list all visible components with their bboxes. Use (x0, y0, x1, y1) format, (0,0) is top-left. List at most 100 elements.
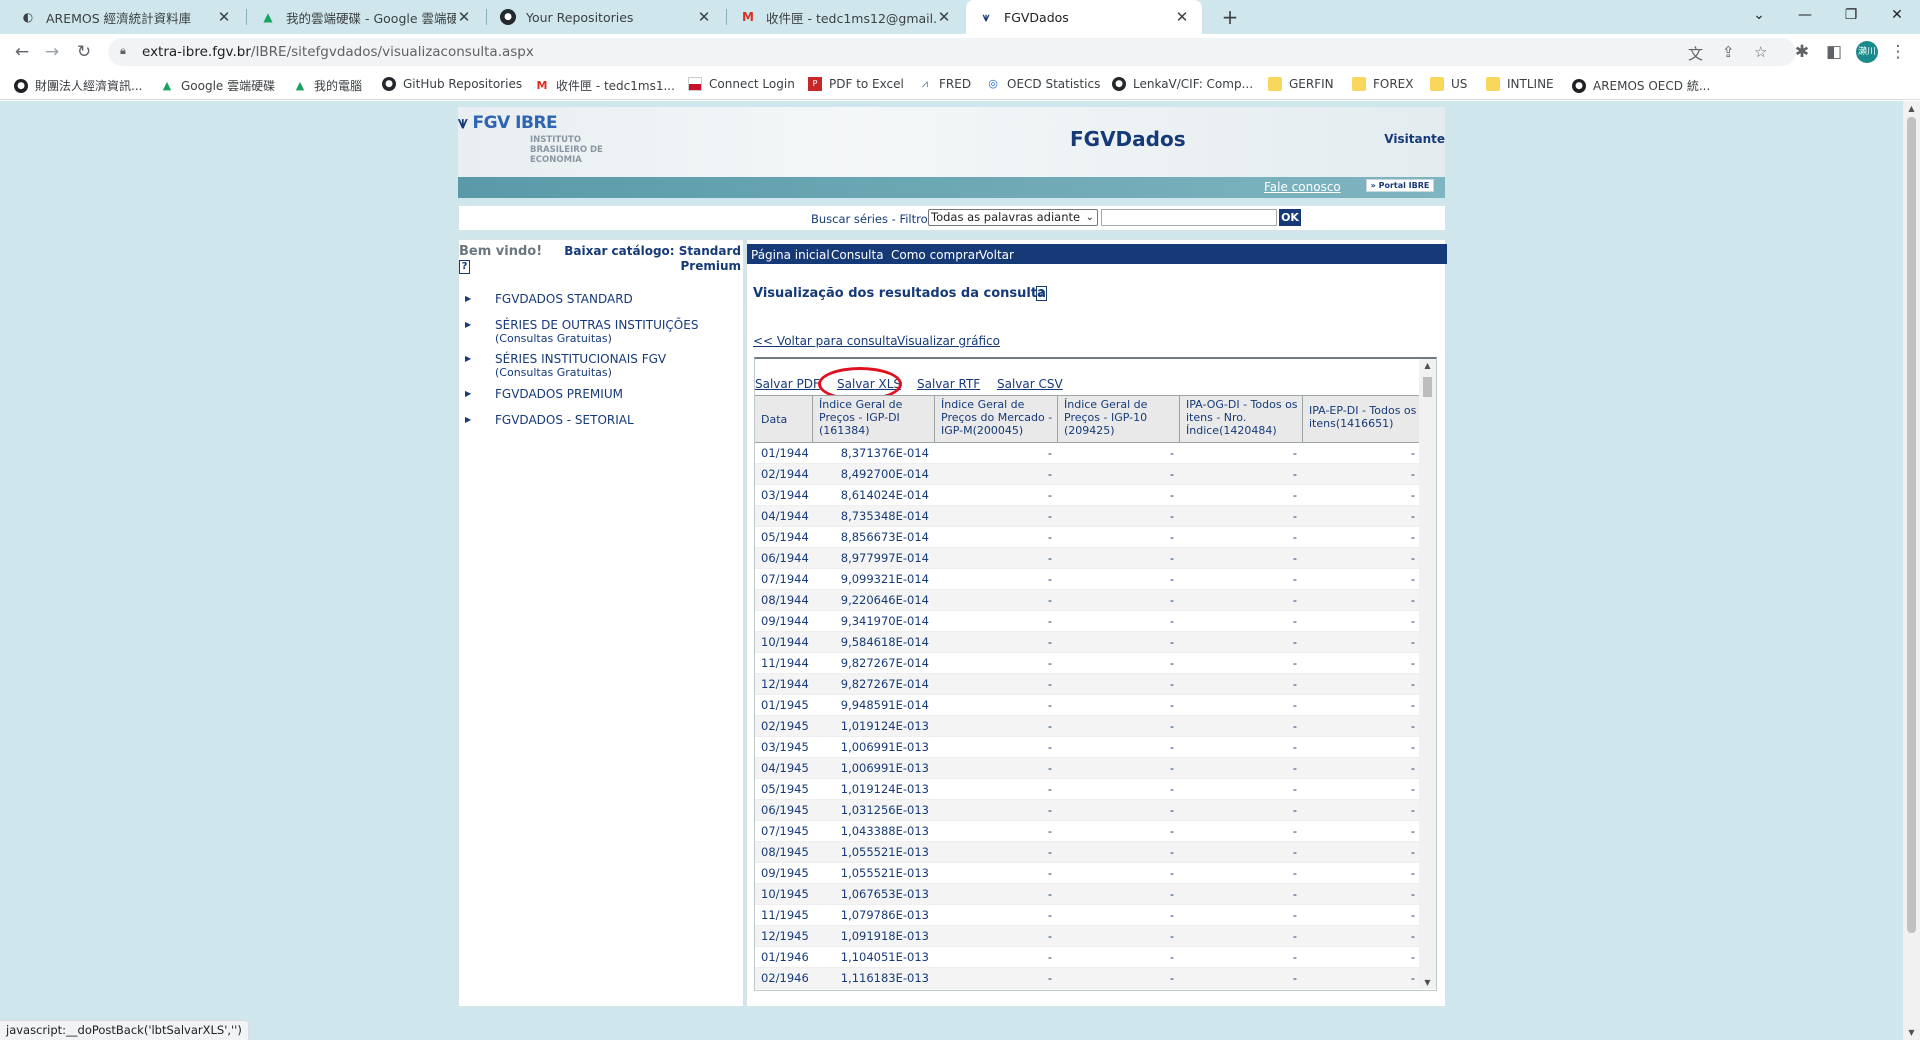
back-to-query-link[interactable]: << Voltar para consulta (753, 334, 898, 348)
close-tab-icon[interactable]: ✕ (936, 8, 952, 26)
bookmark-item[interactable]: ⩘ FRED (918, 77, 971, 91)
side-panel-icon[interactable]: ◧ (1820, 38, 1848, 66)
reload-icon[interactable]: ↻ (70, 38, 98, 66)
share-icon[interactable]: ⇪ (1722, 43, 1735, 61)
bookmark-item[interactable]: FOREX (1352, 77, 1414, 91)
results-frame: Salvar PDF Salvar XLS Salvar RTF Salvar … (754, 357, 1437, 991)
back-icon[interactable]: ← (8, 38, 36, 66)
search-input[interactable] (1101, 209, 1277, 226)
bookmark-item[interactable]: INTLINE (1486, 77, 1554, 91)
bookmark-item[interactable]: GERFIN (1268, 77, 1334, 91)
site-header: ⩛ FGV IBRE INSTITUTO BRASILEIRO DE ECONO… (458, 107, 1445, 177)
scroll-down-icon[interactable]: ▼ (1903, 1028, 1920, 1037)
scroll-thumb[interactable] (1423, 377, 1432, 397)
github-icon: ● (382, 77, 396, 91)
value-cell: 1,079786E-013 (840, 908, 929, 922)
nav-como-comprar[interactable]: Como comprar (891, 248, 980, 262)
tab-google-drive[interactable]: ▲ 我的雲端硬碟 - Google 雲端硬碟 ✕ (248, 0, 484, 34)
site-title: FGVDados (1070, 127, 1186, 151)
bookmark-item[interactable]: P PDF to Excel (808, 77, 904, 91)
bookmark-item[interactable]: ▲ 我的電腦 (293, 77, 362, 94)
scroll-thumb[interactable] (1907, 117, 1916, 933)
table-row: 03/1944 8,614024E-014 - - - - (755, 485, 1421, 506)
catalog-premium-link[interactable]: Premium (680, 259, 741, 273)
contact-link[interactable]: Fale conosco (1264, 180, 1341, 194)
bookmark-item[interactable]: ● GitHub Repositories (382, 77, 522, 91)
value-cell: - (1047, 971, 1052, 985)
nav-pagina-inicial[interactable]: Página inicial (751, 248, 830, 262)
profile-avatar[interactable]: 瀨川 (1856, 41, 1878, 63)
search-label: Buscar séries - Filtro: (811, 212, 932, 226)
value-cell: - (1410, 929, 1415, 943)
close-tab-icon[interactable]: ✕ (696, 8, 712, 26)
bookmark-item[interactable]: Connect Login (688, 77, 795, 91)
table-row: 05/1945 1,019124E-013 - - - - (755, 779, 1421, 800)
nav-consulta[interactable]: Consulta (831, 248, 884, 262)
bookmark-item[interactable]: ● AREMOS OECD 統... (1572, 77, 1710, 94)
bookmark-item[interactable]: ◎ OECD Statistics (986, 77, 1100, 91)
extensions-icon[interactable]: ✱ (1788, 38, 1816, 66)
scroll-up-icon[interactable]: ▲ (1903, 104, 1920, 113)
tab-fgvdados[interactable]: ⩛ FGVDados ✕ (966, 0, 1202, 34)
github-icon: ● (1112, 77, 1126, 91)
scroll-up-icon[interactable]: ▲ (1419, 361, 1436, 370)
bookmark-item[interactable]: ● 財團法人經濟資訊... (14, 77, 142, 94)
date-cell: 03/1944 (761, 488, 809, 502)
help-icon[interactable]: ? (1036, 286, 1047, 301)
table-header: Data Índice Geral de Preços - IGP-DI (16… (755, 395, 1421, 443)
restore-icon[interactable]: ❐ (1828, 0, 1874, 30)
value-cell: - (1292, 467, 1297, 481)
catalog-label: Baixar catálogo: (564, 244, 675, 258)
nav-voltar[interactable]: Voltar (979, 248, 1014, 262)
portal-ibre-button[interactable]: » Portal IBRE (1366, 179, 1434, 192)
bookmarks-bar: ● 財團法人經濟資訊... ▲ Google 雲端硬碟 ▲ 我的電腦 ● GitHub … (0, 70, 1920, 100)
bookmark-item[interactable]: M 收件匣 - tedc1ms1... (535, 77, 675, 94)
tab-gmail[interactable]: M 收件匣 - tedc1ms12@gmail.com ✕ (728, 0, 964, 34)
column-header: IPA-EP-DI - Todos os itens(1416651) (1309, 404, 1417, 430)
save-csv-link[interactable]: Salvar CSV (997, 377, 1063, 391)
table-row: 02/1945 1,019124E-013 - - - - (755, 716, 1421, 737)
close-tab-icon[interactable]: ✕ (1174, 8, 1190, 26)
bookmark-item[interactable]: ▲ Google 雲端硬碟 (160, 77, 275, 94)
value-cell: - (1292, 929, 1297, 943)
bookmark-star-icon[interactable]: ☆ (1754, 43, 1767, 61)
close-tab-icon[interactable]: ✕ (456, 8, 472, 26)
fgv-ibre-logo[interactable]: ⩛ FGV IBRE INSTITUTO BRASILEIRO DE ECONO… (458, 111, 608, 173)
tab-github[interactable]: ● Your Repositories ✕ (488, 0, 724, 34)
date-cell: 09/1944 (761, 614, 809, 628)
value-cell: - (1292, 698, 1297, 712)
new-tab-button[interactable]: + (1216, 3, 1244, 31)
value-cell: - (1169, 824, 1174, 838)
view-chart-link[interactable]: Visualizar gráfico (897, 334, 1000, 348)
value-cell: - (1169, 845, 1174, 859)
value-cell: 1,019124E-013 (840, 782, 929, 796)
page-scrollbar[interactable]: ▲ ▼ (1903, 101, 1920, 1040)
catalog-standard-link[interactable]: Standard (679, 244, 741, 258)
tab-aremos[interactable]: ◐ AREMOS 經濟統計資料庫 ✕ (8, 0, 244, 34)
bookmark-item[interactable]: US (1430, 77, 1467, 91)
value-cell: 1,055521E-013 (840, 866, 929, 880)
menu-icon[interactable]: ⋮ (1884, 38, 1912, 66)
search-ok-button[interactable]: OK (1279, 209, 1301, 226)
tab-search-icon[interactable]: ⌄ (1736, 0, 1782, 30)
save-pdf-link[interactable]: Salvar PDF (755, 377, 820, 391)
date-cell: 05/1944 (761, 530, 809, 544)
scroll-down-icon[interactable]: ▼ (1419, 978, 1436, 987)
triangle-right-icon: ▶ (465, 320, 472, 329)
minimize-icon[interactable]: — (1782, 0, 1828, 30)
close-tab-icon[interactable]: ✕ (216, 8, 232, 26)
column-header: IPA-OG-DI - Todos os itens - Nro. Índice… (1180, 396, 1303, 442)
close-window-icon[interactable]: ✕ (1874, 0, 1920, 30)
address-bar[interactable]: 🔒︎ extra-ibre.fgv.br/IBRE/sitefgvdados/v… (108, 38, 1796, 66)
value-cell: - (1047, 677, 1052, 691)
results-scrollbar[interactable]: ▲ ▼ (1419, 359, 1436, 989)
save-rtf-link[interactable]: Salvar RTF (917, 377, 980, 391)
table-row: 02/1944 8,492700E-014 - - - - (755, 464, 1421, 485)
table-row: 03/1945 1,006991E-013 - - - - (755, 737, 1421, 758)
forward-icon[interactable]: → (38, 38, 66, 66)
bookmark-item[interactable]: ● LenkaV/CIF: Comp... (1112, 77, 1253, 91)
filter-select[interactable]: Todas as palavras adiante ⌄ (928, 209, 1098, 226)
translate-icon[interactable]: 文 (1688, 43, 1703, 64)
table-row: 12/1945 1,091918E-013 - - - - (755, 926, 1421, 947)
help-icon[interactable]: ? (459, 260, 470, 274)
